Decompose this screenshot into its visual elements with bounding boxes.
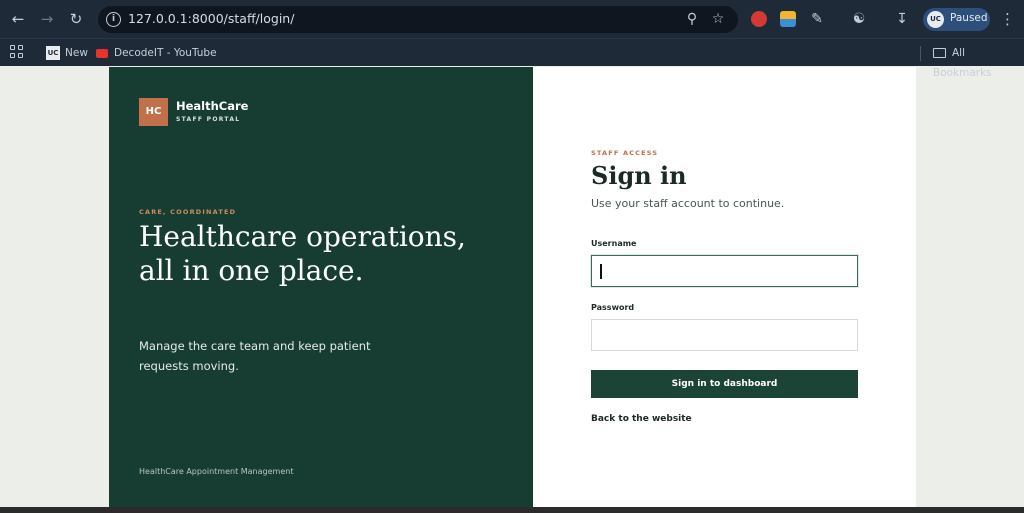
- hero-headline: Healthcare operations, all in one place.: [139, 220, 466, 287]
- forward-arrow-icon[interactable]: →: [37, 9, 57, 29]
- bookmark-youtube[interactable]: DecodeIT - YouTube: [96, 43, 217, 63]
- login-eyebrow: STAFF ACCESS: [591, 149, 659, 157]
- browser-toolbar: ← → ↻ i 127.0.0.1:8000/staff/login/ ⚲ ☆ …: [0, 0, 1024, 38]
- brand-logo[interactable]: HC: [139, 98, 168, 126]
- login-panel: STAFF ACCESS Sign in Use your staff acco…: [533, 67, 916, 507]
- reload-icon[interactable]: ↻: [66, 9, 86, 29]
- back-arrow-icon[interactable]: ←: [8, 9, 28, 29]
- username-label: Username: [591, 239, 637, 248]
- bookmark-label: DecodeIT - YouTube: [114, 47, 217, 59]
- sign-in-button[interactable]: Sign in to dashboard: [591, 370, 858, 398]
- hero-lead: Manage the care team and keep patient re…: [139, 339, 371, 373]
- tab-search-icon[interactable]: ☯: [850, 10, 868, 28]
- username-input[interactable]: [591, 255, 858, 287]
- password-input[interactable]: [591, 319, 858, 351]
- profile-status: Paused: [950, 12, 988, 24]
- bookmark-star-icon[interactable]: ☆: [710, 11, 726, 27]
- site-info-icon[interactable]: i: [106, 12, 121, 27]
- menu-kebab-icon[interactable]: ⋮: [1000, 10, 1015, 28]
- extensions-puzzle-icon[interactable]: ✎: [808, 10, 826, 28]
- folder-icon: [933, 48, 946, 58]
- bookmark-new[interactable]: UC New: [46, 43, 88, 63]
- download-icon[interactable]: ↧: [893, 10, 911, 28]
- text-caret: [600, 264, 602, 279]
- brand-tagline: STAFF PORTAL: [176, 116, 241, 123]
- bookmarks-divider: [920, 46, 921, 61]
- bookmarks-bar: UC New DecodeIT - YouTube All Bookmarks: [0, 38, 1024, 79]
- youtube-icon: [96, 48, 108, 58]
- zoom-icon[interactable]: ⚲: [684, 11, 700, 27]
- apps-grid-icon[interactable]: [10, 45, 24, 59]
- avatar: UC: [927, 11, 944, 28]
- brand-name[interactable]: HealthCare: [176, 99, 248, 113]
- login-subtitle: Use your staff account to continue.: [591, 197, 785, 210]
- back-to-website-link[interactable]: Back to the website: [591, 414, 692, 424]
- profile-button[interactable]: UC Paused: [923, 8, 990, 31]
- address-bar[interactable]: i 127.0.0.1:8000/staff/login/ ⚲ ☆: [98, 6, 738, 33]
- extension-palette-icon[interactable]: [780, 11, 796, 27]
- taskbar-edge: [0, 507, 1024, 513]
- url-text[interactable]: 127.0.0.1:8000/staff/login/: [128, 11, 294, 26]
- hero-panel: HC HealthCare STAFF PORTAL CARE, COORDIN…: [109, 67, 533, 507]
- all-bookmarks[interactable]: All Bookmarks: [933, 43, 1024, 79]
- login-title: Sign in: [591, 161, 687, 190]
- hero-eyebrow: CARE, COORDINATED: [139, 208, 237, 216]
- password-label: Password: [591, 303, 635, 312]
- hero-footer: HealthCare Appointment Management: [139, 467, 294, 476]
- extension-red-icon[interactable]: [751, 11, 767, 27]
- bookmark-label: New: [65, 47, 88, 59]
- site-favicon-icon: UC: [46, 46, 60, 60]
